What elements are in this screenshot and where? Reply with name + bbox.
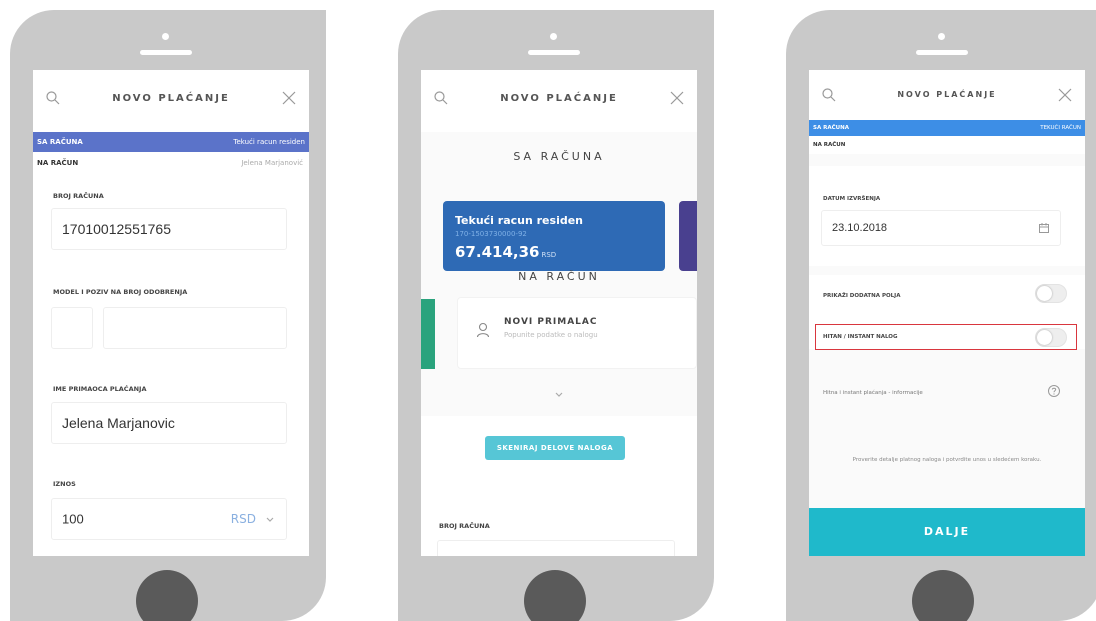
new-recipient-subtitle: Popunite podatke o nalogu (504, 331, 598, 339)
payee-name-field[interactable]: Jelena Marjanovic (51, 402, 287, 444)
chevron-down-icon[interactable] (266, 517, 274, 523)
close-icon[interactable] (281, 90, 297, 106)
account-number-label: BROJ RAČUNA (439, 522, 490, 530)
user-icon (476, 322, 490, 338)
toggle-knob (1037, 286, 1052, 301)
to-account-section-title: NA RAČUN (518, 270, 600, 283)
toggle-knob (1037, 330, 1052, 345)
phone-frame-2: NOVO PLAĆANJE SA RAČUNA Tekući racun res… (398, 10, 714, 621)
account-name: Tekući racun residen (455, 214, 583, 227)
from-account-label: SA RAČUNA (813, 125, 849, 131)
previous-recipient-card-peek[interactable] (421, 299, 435, 369)
amount-label: IZNOS (53, 480, 76, 488)
top-bar: NOVO PLAĆANJE (809, 70, 1085, 120)
calendar-icon[interactable] (1038, 222, 1050, 234)
payee-name-label: IME PRIMAOCA PLAĆANJA (53, 385, 147, 393)
currency-select[interactable]: RSD (231, 512, 256, 526)
close-icon[interactable] (669, 90, 685, 106)
execution-date-value: 23.10.2018 (832, 222, 888, 234)
to-account-label: NA RAČUN (37, 159, 79, 167)
execution-date-label: DATUM IZVRŠENJA (823, 196, 881, 202)
screen-payment-options: NOVO PLAĆANJE SA RAČUNA TEKUĆI RAČUN NA … (809, 70, 1085, 556)
scan-order-button[interactable]: SKENIRAJ DELOVE NALOGA (485, 436, 625, 460)
instant-order-label: HITAN / INSTANT NALOG (823, 334, 898, 340)
extra-fields-label: PRIKAŽI DODATNA POLJA (823, 293, 901, 299)
instant-order-toggle[interactable] (1035, 328, 1067, 347)
instant-info-text[interactable]: Hitna i instant plaćanja - informacije (823, 390, 923, 396)
from-account-value: TEKUĆI RAČUN (1040, 125, 1081, 131)
phone-frame-1: NOVO PLAĆANJE SA RAČUNA Tekući racun res… (10, 10, 326, 621)
to-account-value: Jelena Marjanović (241, 159, 303, 167)
account-number-field[interactable] (437, 540, 675, 556)
page-title: NOVO PLAĆANJE (897, 90, 997, 99)
help-icon[interactable] (1047, 384, 1061, 398)
payee-name-value: Jelena Marjanovic (62, 415, 175, 431)
new-recipient-title: NOVI PRIMALAC (504, 317, 598, 327)
phone-frame-3: NOVO PLAĆANJE SA RAČUNA TEKUĆI RAČUN NA … (786, 10, 1096, 621)
amount-value: 100 (62, 511, 84, 527)
top-bar: NOVO PLAĆANJE (33, 70, 309, 132)
home-button (136, 570, 198, 621)
account-number: 170-1503730000-92 (455, 230, 527, 238)
account-balance: 67.414,36 RSD (455, 243, 556, 261)
home-button (524, 570, 586, 621)
extra-fields-toggle[interactable] (1035, 284, 1067, 303)
screen-account-select: NOVO PLAĆANJE SA RAČUNA Tekući racun res… (421, 70, 697, 556)
account-number-value: 17010012551765 (62, 221, 172, 237)
from-account-strip[interactable]: SA RAČUNA Tekući racun residen (33, 132, 309, 152)
execution-date-field[interactable]: 23.10.2018 (821, 210, 1061, 246)
reference-number-field[interactable] (103, 307, 287, 349)
balance-amount: 67.414,36 (455, 243, 540, 261)
account-number-label: BROJ RAČUNA (53, 192, 104, 200)
to-account-row[interactable]: NA RAČUN (809, 136, 1085, 154)
phone-camera (550, 33, 557, 40)
from-account-label: SA RAČUNA (37, 138, 83, 146)
new-recipient-card[interactable]: NOVI PRIMALAC Popunite podatke o nalogu (457, 297, 697, 369)
from-account-strip[interactable]: SA RAČUNA TEKUĆI RAČUN (809, 120, 1085, 136)
to-account-label: NA RAČUN (813, 142, 846, 148)
next-button[interactable]: DALJE (809, 508, 1085, 556)
from-account-section-title: SA RAČUNA (513, 150, 605, 163)
amount-field[interactable]: 100 RSD (51, 498, 287, 540)
to-account-row[interactable]: NA RAČUN Jelena Marjanović (33, 152, 309, 174)
phone-camera (162, 33, 169, 40)
close-icon[interactable] (1057, 87, 1073, 103)
page-title: NOVO PLAĆANJE (112, 93, 230, 104)
balance-currency: RSD (541, 251, 557, 259)
model-label: MODEL I POZIV NA BROJ ODOBRENJA (53, 288, 188, 296)
screen-payment-form: NOVO PLAĆANJE SA RAČUNA Tekući racun res… (33, 70, 309, 556)
next-account-card-peek[interactable] (679, 201, 697, 271)
chevron-down-icon[interactable] (555, 392, 563, 398)
model-field[interactable] (51, 307, 93, 349)
account-number-field[interactable]: 17010012551765 (51, 208, 287, 250)
home-button (912, 570, 974, 621)
confirm-hint-text: Proverite detalje platnog naloga i potvr… (852, 457, 1042, 463)
phone-speaker (916, 50, 968, 55)
page-title: NOVO PLAĆANJE (500, 93, 618, 104)
from-account-value: Tekući racun residen (233, 138, 305, 146)
phone-speaker (140, 50, 192, 55)
phone-camera (938, 33, 945, 40)
account-card[interactable]: Tekući racun residen 170-1503730000-92 6… (443, 201, 665, 271)
phone-speaker (528, 50, 580, 55)
top-bar: NOVO PLAĆANJE (421, 70, 697, 132)
